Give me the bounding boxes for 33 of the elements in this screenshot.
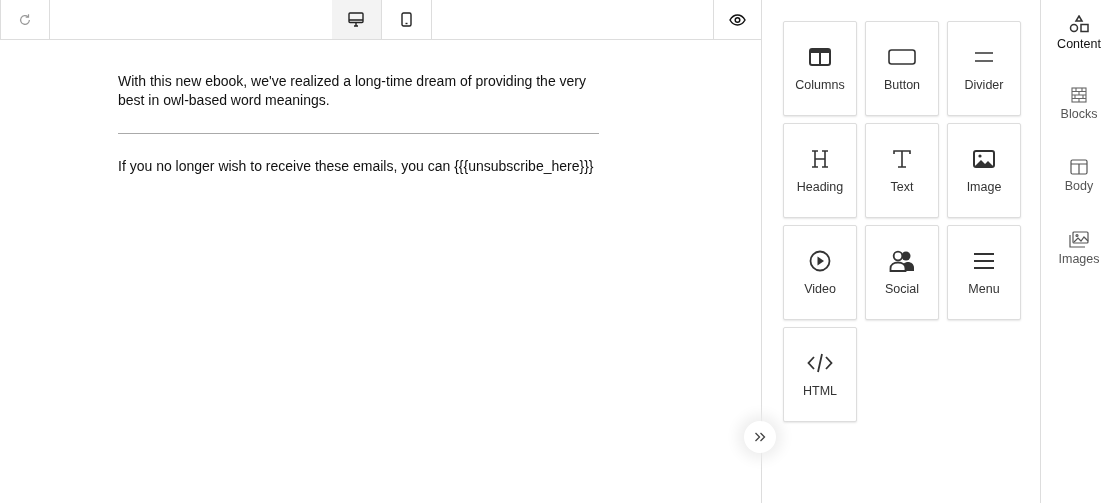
redo-icon [18,12,32,27]
people-icon [889,250,915,272]
content-tile[interactable]: Image [947,123,1021,218]
image-icon [973,150,995,168]
content-tile[interactable]: Divider [947,21,1021,116]
desktop-icon [348,12,364,27]
content-tile[interactable]: Text [865,123,939,218]
content-tile[interactable]: Button [865,21,939,116]
email-paragraph: With this new ebook, we've realized a long-time dream of providing the very best in owl-based word meanings. [118,72,587,110]
button-icon [888,49,916,65]
heading-icon [810,149,830,169]
double-chevron-icon [754,432,766,442]
content-tile[interactable]: Columns [783,21,857,116]
code-icon [807,353,833,373]
play-icon [809,250,831,272]
columns-icon [809,48,831,66]
unsubscribe-text: If you no longer wish to receive these emails, you can {{{unsubscribe_here}}} [118,157,595,176]
menu-icon [974,253,994,269]
collapse-button[interactable] [744,421,776,453]
mobile-icon [400,12,412,27]
eye-icon [729,13,746,26]
content-tile[interactable]: Social [865,225,939,320]
layout-icon [1070,159,1088,175]
images-icon [1069,231,1089,248]
content-tile[interactable]: HTML [783,327,857,422]
shapes-icon [1069,15,1089,33]
divider-icon [975,52,993,62]
desktop-view-button[interactable] [331,0,382,39]
content-tile[interactable]: Video [783,225,857,320]
content-tile[interactable]: Heading [783,123,857,218]
text-icon [892,149,912,169]
content-tile[interactable]: Menu [947,225,1021,320]
bricks-icon [1071,87,1087,103]
